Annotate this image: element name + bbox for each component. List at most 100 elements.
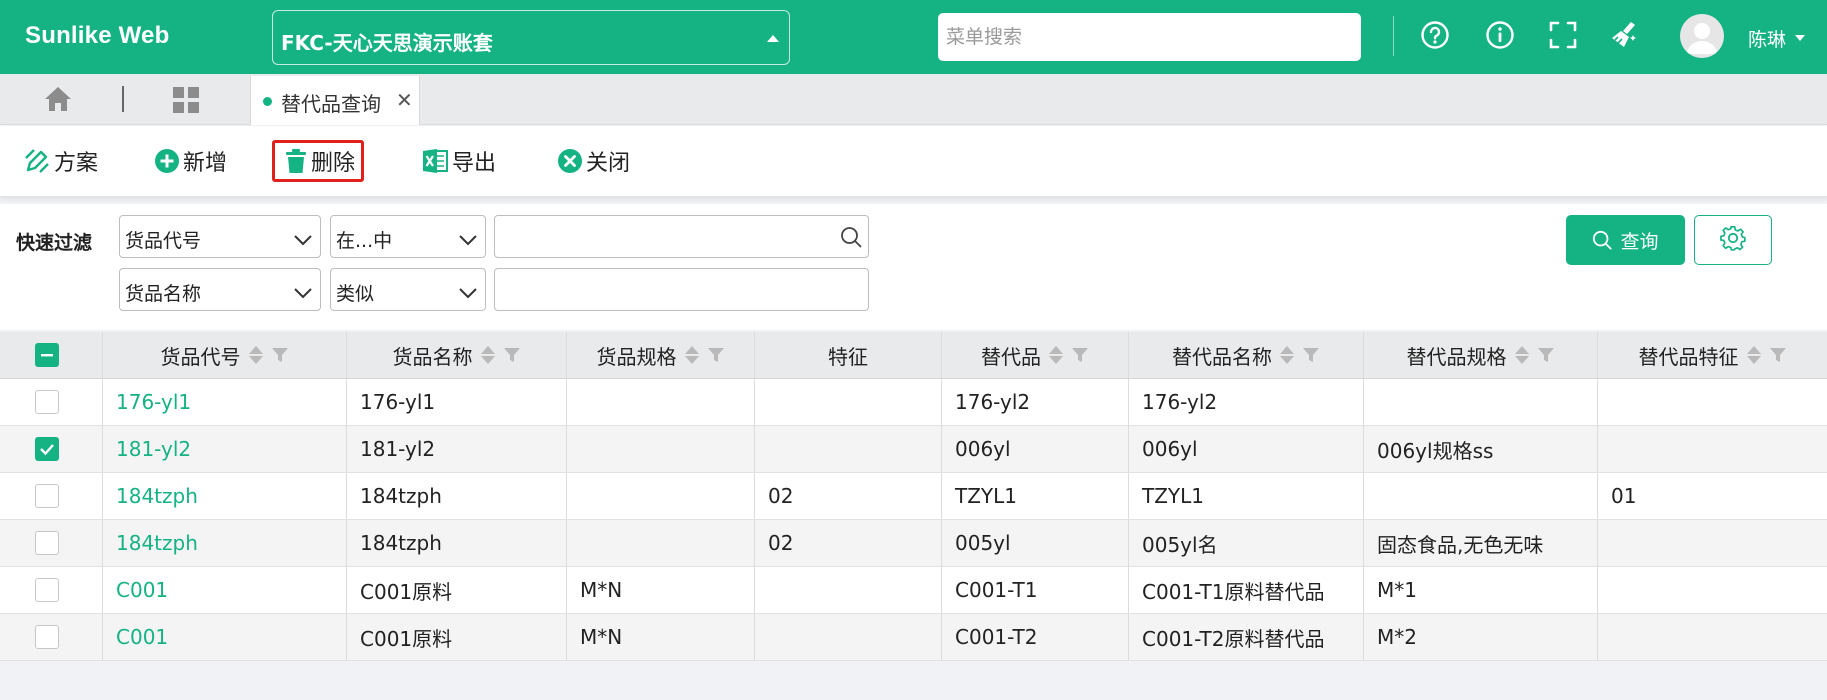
- table-cell: 176-yl2: [1129, 379, 1364, 425]
- table-row[interactable]: 176-yl1 176-yl1 176-yl2 176-yl2: [0, 379, 1827, 426]
- filter-funnel-icon[interactable]: [1071, 346, 1089, 364]
- account-selector[interactable]: FKC-天心天思演示账套: [272, 10, 790, 65]
- column-header[interactable]: 替代品规格: [1364, 332, 1598, 378]
- table-row[interactable]: 181-yl2 181-yl2 006yl 006yl 006yl规格ss: [0, 426, 1827, 473]
- filter-operator-select-1[interactable]: 在...中: [330, 215, 486, 258]
- item-code-link[interactable]: C001: [103, 567, 347, 613]
- plan-button[interactable]: 方案: [24, 140, 98, 182]
- table-cell: [567, 379, 755, 425]
- sort-icon[interactable]: [248, 346, 263, 364]
- filter-field-value: 货品代号: [125, 230, 202, 252]
- filter-settings-button[interactable]: [1694, 215, 1772, 265]
- toolbar: 方案 新增 删除 导出 关闭: [0, 126, 1827, 196]
- filter-operator-select-2[interactable]: 类似: [330, 268, 486, 311]
- row-checkbox[interactable]: [35, 578, 59, 602]
- filter-value-input-1[interactable]: [494, 215, 869, 258]
- table-cell: M*N: [567, 567, 755, 613]
- sort-icon[interactable]: [480, 346, 495, 364]
- close-circle-icon: [558, 149, 582, 173]
- table-row[interactable]: C001 C001原料 M*N C001-T1 C001-T1原料替代品 M*1: [0, 567, 1827, 614]
- select-all-checkbox[interactable]: [35, 343, 59, 367]
- table-row[interactable]: C001 C001原料 M*N C001-T2 C001-T2原料替代品 M*2: [0, 614, 1827, 661]
- item-code-link[interactable]: 176-yl1: [103, 379, 347, 425]
- table-row[interactable]: 184tzph 184tzph 02 TZYL1 TZYL1 01: [0, 473, 1827, 520]
- column-header-label: 特征: [828, 344, 868, 369]
- table-cell: [755, 426, 942, 472]
- column-header-label: 货品代号: [160, 344, 241, 369]
- table-cell: M*N: [567, 614, 755, 660]
- column-header[interactable]: 替代品: [942, 332, 1129, 378]
- column-header-label: 替代品: [981, 344, 1041, 369]
- filter-funnel-icon[interactable]: [271, 346, 289, 364]
- sort-icon[interactable]: [1514, 346, 1529, 364]
- help-icon[interactable]: [1417, 17, 1453, 53]
- item-code-link[interactable]: 184tzph: [103, 520, 347, 566]
- table-header-row: 货品代号 货品名称 货品规格 特征 替代品 替代品名称 替代品规格 替代品特征: [0, 332, 1827, 379]
- table-cell: 005yl: [942, 520, 1129, 566]
- column-header-label: 替代品名称: [1172, 344, 1272, 369]
- apps-grid-icon[interactable]: [172, 86, 200, 118]
- sort-icon[interactable]: [684, 346, 699, 364]
- menu-search-input[interactable]: [938, 13, 1361, 61]
- sort-icon[interactable]: [1280, 346, 1294, 364]
- select-all-cell: [0, 332, 103, 378]
- filter-funnel-icon[interactable]: [1537, 346, 1555, 364]
- filter-field-select-2[interactable]: 货品名称: [119, 268, 321, 311]
- table-row[interactable]: 184tzph 184tzph 02 005yl 005yl名 固态食品,无色无味: [0, 520, 1827, 567]
- home-icon[interactable]: [44, 86, 72, 116]
- info-icon[interactable]: [1482, 17, 1518, 53]
- item-code-link[interactable]: C001: [103, 614, 347, 660]
- chevron-down-icon: [459, 229, 477, 251]
- filter-field-select-1[interactable]: 货品代号: [119, 215, 321, 258]
- column-header[interactable]: 替代品名称: [1129, 332, 1364, 378]
- table-cell: C001-T2原料替代品: [1129, 614, 1364, 660]
- item-code-link[interactable]: 184tzph: [103, 473, 347, 519]
- sort-icon[interactable]: [1746, 346, 1761, 364]
- sort-icon[interactable]: [1049, 346, 1063, 364]
- table-cell: M*2: [1364, 614, 1598, 660]
- column-header[interactable]: 货品名称: [347, 332, 567, 378]
- search-icon[interactable]: [840, 226, 862, 252]
- row-checkbox[interactable]: [35, 625, 59, 649]
- column-header[interactable]: 特征: [755, 332, 942, 378]
- table-cell: 005yl名: [1129, 520, 1364, 566]
- table-cell: TZYL1: [1129, 473, 1364, 519]
- row-checkbox[interactable]: [35, 437, 59, 461]
- fullscreen-icon[interactable]: [1545, 17, 1581, 53]
- caret-up-icon: [767, 35, 779, 42]
- export-button[interactable]: 导出: [422, 140, 496, 182]
- filter-operator-value: 类似: [336, 283, 375, 305]
- user-avatar[interactable]: [1680, 14, 1724, 58]
- filter-funnel-icon[interactable]: [707, 346, 725, 364]
- column-header[interactable]: 货品代号: [103, 332, 347, 378]
- close-button[interactable]: 关闭: [558, 140, 630, 182]
- table-cell: C001-T1原料替代品: [1129, 567, 1364, 613]
- filter-funnel-icon[interactable]: [1769, 346, 1787, 364]
- caret-down-icon[interactable]: [1795, 35, 1805, 41]
- user-name[interactable]: 陈琳: [1748, 25, 1786, 52]
- row-checkbox[interactable]: [35, 484, 59, 508]
- row-checkbox[interactable]: [35, 390, 59, 414]
- filter-funnel-icon[interactable]: [503, 346, 521, 364]
- column-header[interactable]: 货品规格: [567, 332, 755, 378]
- delete-button[interactable]: 删除: [272, 140, 365, 182]
- column-header-label: 替代品特征: [1638, 344, 1739, 369]
- table-cell: [1598, 426, 1827, 472]
- item-code-link[interactable]: 181-yl2: [103, 426, 347, 472]
- tab-close-icon[interactable]: ✕: [396, 88, 413, 112]
- clear-cache-broom-icon[interactable]: [1607, 17, 1643, 53]
- add-button[interactable]: 新增: [155, 140, 227, 182]
- filter-field-value: 货品名称: [125, 283, 202, 305]
- table-cell: 01: [1611, 484, 1637, 508]
- row-checkbox[interactable]: [35, 531, 59, 555]
- tab-label: 替代品查询: [281, 92, 381, 116]
- filter-funnel-icon[interactable]: [1302, 346, 1320, 364]
- plan-button-label: 方案: [54, 151, 99, 176]
- query-button[interactable]: 查询: [1566, 215, 1685, 265]
- table-cell: 176-yl1: [347, 379, 567, 425]
- account-name: FKC-天心天思演示账套: [281, 31, 493, 55]
- column-header[interactable]: 替代品特征: [1598, 332, 1827, 378]
- tab-substitute-query[interactable]: 替代品查询 ✕: [250, 76, 420, 125]
- filter-value-input-2[interactable]: [494, 268, 869, 311]
- table-cell: C001-T1: [942, 567, 1129, 613]
